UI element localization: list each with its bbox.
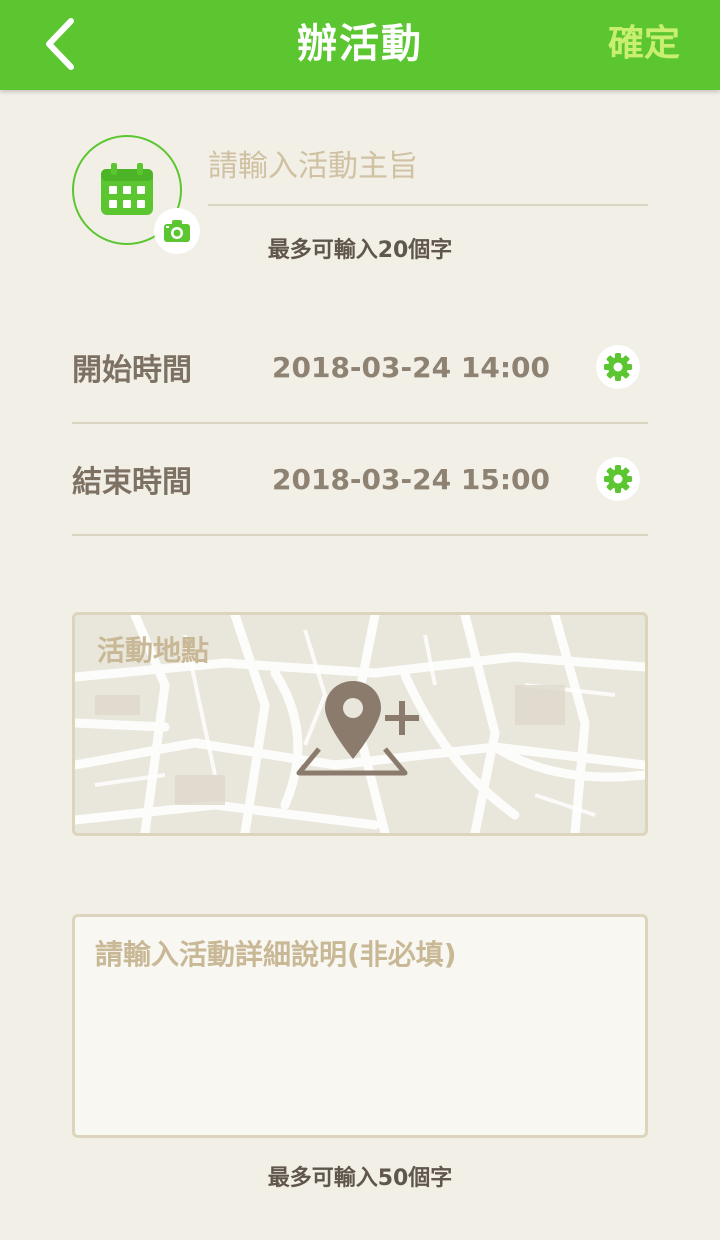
event-description-input[interactable] xyxy=(72,914,648,1138)
back-button[interactable] xyxy=(30,14,90,74)
gear-icon xyxy=(604,465,632,493)
title-char-limit-hint: 最多可輸入20個字 xyxy=(267,238,453,263)
gear-icon xyxy=(604,353,632,381)
start-time-settings-button[interactable] xyxy=(596,345,640,389)
end-time-row[interactable]: 結束時間 2018-03-24 15:00 xyxy=(72,424,648,536)
confirm-button[interactable]: 確定 xyxy=(608,0,680,90)
location-label: 活動地點 xyxy=(97,634,210,667)
calendar-icon xyxy=(101,163,153,215)
end-time-settings-button[interactable] xyxy=(596,457,640,501)
location-picker[interactable]: 活動地點 xyxy=(72,612,648,836)
start-time-row[interactable]: 開始時間 2018-03-24 14:00 xyxy=(72,312,648,424)
start-time-value: 2018-03-24 14:00 xyxy=(272,350,550,384)
top-bar: 辦活動 確定 xyxy=(0,0,720,90)
chevron-left-icon xyxy=(46,18,74,70)
event-title-input[interactable] xyxy=(208,132,648,206)
map-pin-add-icon xyxy=(296,681,419,776)
end-time-value: 2018-03-24 15:00 xyxy=(272,462,550,496)
start-time-label: 開始時間 xyxy=(72,353,192,388)
end-time-label: 結束時間 xyxy=(72,465,192,500)
description-char-limit-hint: 最多可輸入50個字 xyxy=(267,1166,453,1191)
